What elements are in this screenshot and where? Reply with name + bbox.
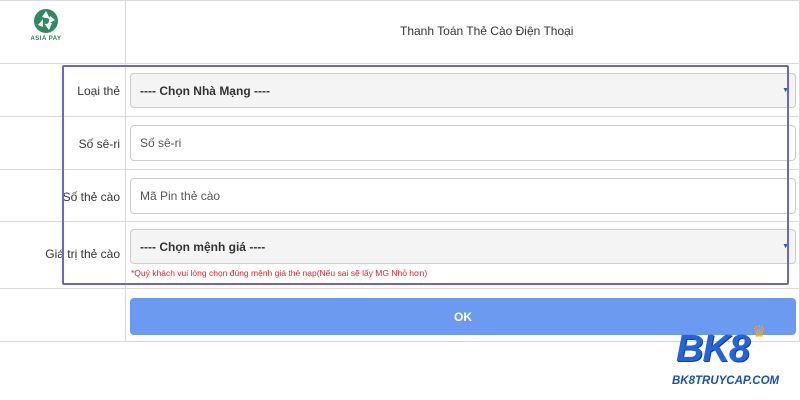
payment-form-page: ASIA PAY Thanh Toán Thẻ Cào Điện Thoại L…: [0, 0, 800, 400]
brand-url: BK8TRUYCAP.COM: [672, 375, 780, 387]
bk8-watermark: BK8 ♛ BK8TRUYCAP.COM: [668, 324, 793, 394]
brand-logo-text: BK8: [676, 328, 750, 370]
row-divider: [0, 63, 800, 64]
row-divider: [0, 288, 800, 289]
page-title: Thanh Toán Thẻ Cào Điện Thoại: [400, 24, 574, 38]
aperture-icon: [34, 9, 58, 33]
asia-pay-logo: ASIA PAY: [28, 8, 64, 42]
table-border: [0, 0, 800, 1]
crown-icon: ♛: [752, 324, 767, 341]
logo-text: ASIA PAY: [30, 36, 62, 42]
highlight-box: [62, 65, 789, 285]
